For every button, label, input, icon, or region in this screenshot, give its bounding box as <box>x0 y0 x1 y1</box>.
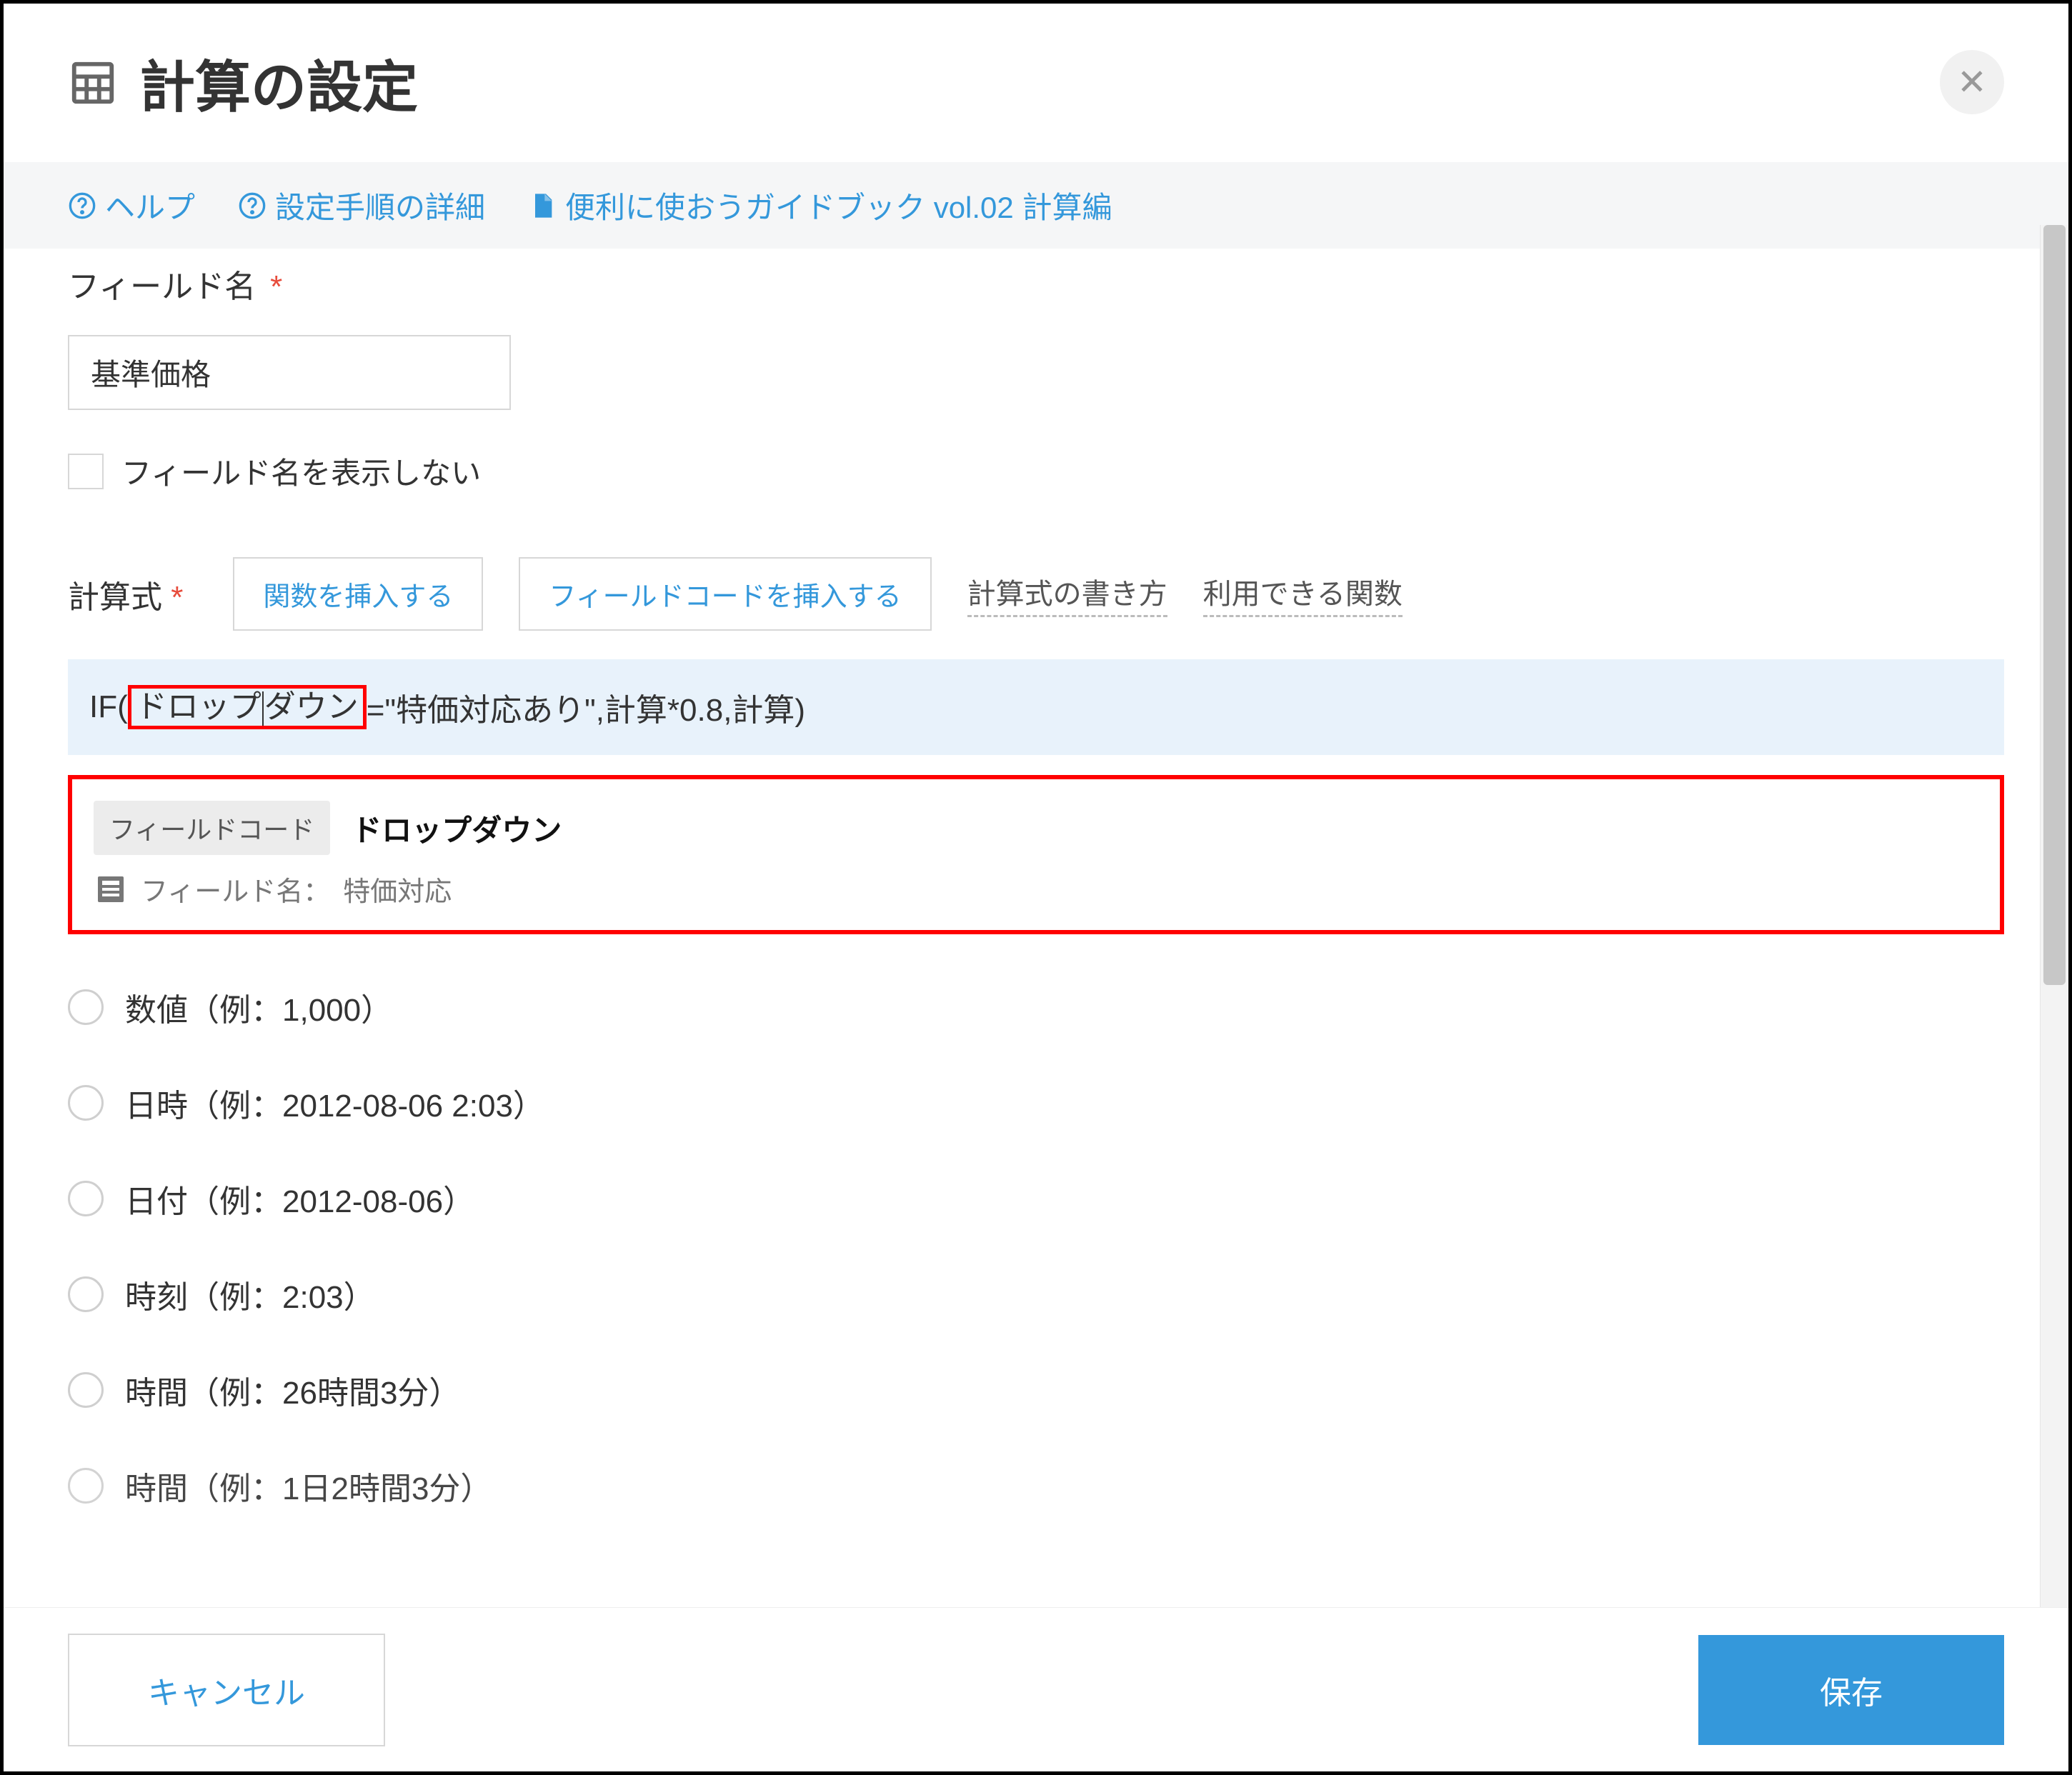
save-button[interactable]: 保存 <box>1698 1635 2004 1745</box>
radio-circle <box>68 1468 104 1504</box>
hide-fieldname-row: フィールド名を表示しない <box>68 449 2004 493</box>
radio-label: 数値（例：1,000） <box>125 984 392 1030</box>
dialog-frame: 計算の設定 ✕ ヘルプ 設定手順の詳細 便利に使おうガイドブック vol.02 … <box>0 0 2072 1775</box>
vertical-scrollbar[interactable] <box>2040 225 2068 1607</box>
formula-toolbar: 計算式 * 関数を挿入する フィールドコードを挿入する 計算式の書き方 利用でき… <box>68 557 2004 631</box>
hide-fieldname-checkbox[interactable] <box>68 454 104 489</box>
fieldcode-tooltip: フィールドコード ドロップダウン フィールド名： 特価対応 <box>68 775 2004 934</box>
radio-circle <box>68 1372 104 1408</box>
radio-option[interactable]: 数値（例：1,000） <box>68 984 2004 1030</box>
fieldname-label: フィールド名 <box>68 261 256 306</box>
fieldcode-value: ドロップダウン <box>352 806 562 850</box>
guidebook-link[interactable]: 便利に使おうガイドブック vol.02 計算編 <box>528 184 1112 227</box>
close-button[interactable]: ✕ <box>1940 50 2004 114</box>
dialog-header: 計算の設定 ✕ <box>4 4 2068 162</box>
radio-label: 日時（例：2012-08-06 2:03） <box>125 1080 544 1126</box>
document-icon <box>528 191 557 220</box>
guidebook-link-label: 便利に使おうガイドブック vol.02 計算編 <box>565 184 1112 227</box>
fieldname-value-text: 特価対応 <box>343 869 452 909</box>
radio-label: 時間（例：1日2時間3分） <box>125 1463 492 1509</box>
radio-option[interactable]: 時間（例：1日2時間3分） <box>68 1463 2004 1509</box>
details-link-label: 設定手順の詳細 <box>275 184 485 227</box>
fieldname-input[interactable] <box>68 335 511 410</box>
radio-circle <box>68 1276 104 1312</box>
help-link-label: ヘルプ <box>105 184 195 227</box>
radio-option[interactable]: 時刻（例：2:03） <box>68 1271 2004 1317</box>
formula-label: 計算式 * <box>68 571 183 617</box>
display-format-radios: 数値（例：1,000） 日時（例：2012-08-06 2:03） 日付（例：2… <box>68 984 2004 1509</box>
close-icon: ✕ <box>1957 61 1987 103</box>
insert-fieldcode-button[interactable]: フィールドコードを挿入する <box>519 557 931 631</box>
radio-circle <box>68 1085 104 1121</box>
formula-text-prefix: IF( <box>89 689 128 725</box>
radio-label: 日付（例：2012-08-06） <box>125 1176 474 1221</box>
radio-label: 時刻（例：2:03） <box>125 1271 375 1317</box>
details-link[interactable]: 設定手順の詳細 <box>238 184 485 227</box>
text-caret <box>262 691 264 726</box>
radio-circle <box>68 989 104 1025</box>
scrollbar-thumb[interactable] <box>2043 225 2066 985</box>
hide-fieldname-label: フィールド名を表示しない <box>121 449 481 493</box>
cancel-button[interactable]: キャンセル <box>68 1634 385 1746</box>
field-icon <box>94 872 128 906</box>
help-link[interactable]: ヘルプ <box>68 184 195 227</box>
question-icon <box>238 191 267 220</box>
required-mark: * <box>270 269 282 305</box>
how-to-write-link[interactable]: 計算式の書き方 <box>967 571 1167 617</box>
fieldname-label-text: フィールド名： <box>141 869 330 909</box>
dialog-title: 計算の設定 <box>139 43 418 123</box>
dialog-footer: キャンセル 保存 <box>4 1607 2068 1771</box>
radio-option[interactable]: 日時（例：2012-08-06 2:03） <box>68 1080 2004 1126</box>
formula-highlighted-token: ドロップダウン <box>128 685 367 730</box>
formula-input[interactable]: IF(ドロップダウン="特価対応あり",計算*0.8,計算) <box>68 659 2004 755</box>
fieldname-label-row: フィールド名 * <box>68 261 2004 306</box>
calculator-icon <box>68 58 118 108</box>
radio-label: 時間（例：26時間3分） <box>125 1367 460 1413</box>
radio-circle <box>68 1181 104 1216</box>
question-icon <box>68 191 96 220</box>
formula-text-suffix: ="特価対応あり",計算*0.8,計算) <box>367 684 805 730</box>
dialog-body: フィールド名 * フィールド名を表示しない 計算式 * 関数を挿入する フィール… <box>4 225 2068 1607</box>
radio-option[interactable]: 日付（例：2012-08-06） <box>68 1176 2004 1221</box>
fieldcode-chip: フィールドコード <box>94 801 330 855</box>
required-mark: * <box>171 580 183 615</box>
function-list-link[interactable]: 利用できる関数 <box>1203 571 1403 617</box>
insert-function-button[interactable]: 関数を挿入する <box>233 557 483 631</box>
radio-option[interactable]: 時間（例：26時間3分） <box>68 1367 2004 1413</box>
